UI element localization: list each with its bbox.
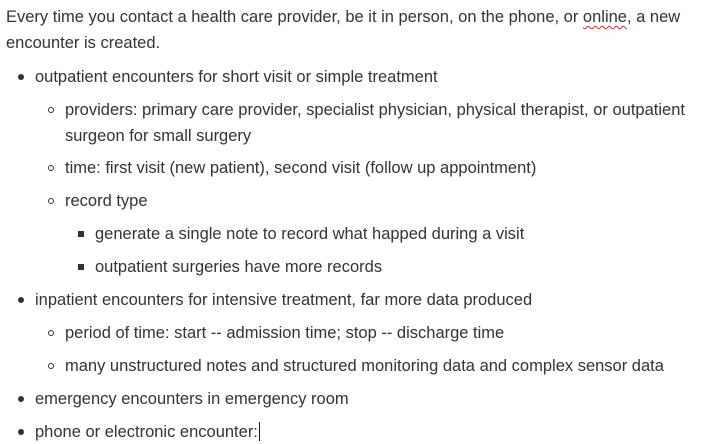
list-item-providers: providers: primary care provider, specia… bbox=[65, 101, 685, 145]
disc-bullet-icon bbox=[18, 74, 24, 80]
list-item-time: time: first visit (new patient), second … bbox=[65, 159, 537, 177]
list-item-single-note: generate a single note to record what ha… bbox=[95, 225, 525, 243]
circle-bullet-icon bbox=[48, 107, 54, 113]
misspelled-word[interactable]: online bbox=[583, 8, 627, 26]
intro-paragraph: Every time you contact a health care pro… bbox=[6, 4, 706, 56]
disc-bullet-icon bbox=[18, 396, 24, 402]
document-body[interactable]: Every time you contact a health care pro… bbox=[0, 0, 712, 444]
list-item-outpatient: outpatient encounters for short visit or… bbox=[35, 68, 438, 86]
list-item-unstructured: many unstructured notes and structured m… bbox=[65, 357, 664, 375]
disc-bullet-icon bbox=[18, 297, 24, 303]
list-item-inpatient: inpatient encounters for intensive treat… bbox=[35, 291, 533, 309]
square-bullet-icon bbox=[78, 264, 84, 270]
list-item-phone[interactable]: phone or electronic encounter: bbox=[35, 419, 260, 444]
circle-bullet-icon bbox=[48, 198, 54, 204]
circle-bullet-icon bbox=[48, 330, 54, 336]
list-item-outpatient-surgeries: outpatient surgeries have more records bbox=[95, 258, 383, 276]
text-cursor bbox=[258, 422, 260, 441]
square-bullet-icon bbox=[78, 231, 84, 237]
list-item-emergency: emergency encounters in emergency room bbox=[35, 390, 349, 408]
circle-bullet-icon bbox=[48, 363, 54, 369]
intro-text-before: Every time you contact a health care pro… bbox=[6, 8, 583, 26]
list-item-record-type: record type bbox=[65, 192, 148, 210]
list-item-phone-text: phone or electronic encounter: bbox=[35, 423, 258, 441]
disc-bullet-icon bbox=[18, 429, 24, 435]
list-item-period: period of time: start -- admission time;… bbox=[65, 324, 505, 342]
circle-bullet-icon bbox=[48, 165, 54, 171]
